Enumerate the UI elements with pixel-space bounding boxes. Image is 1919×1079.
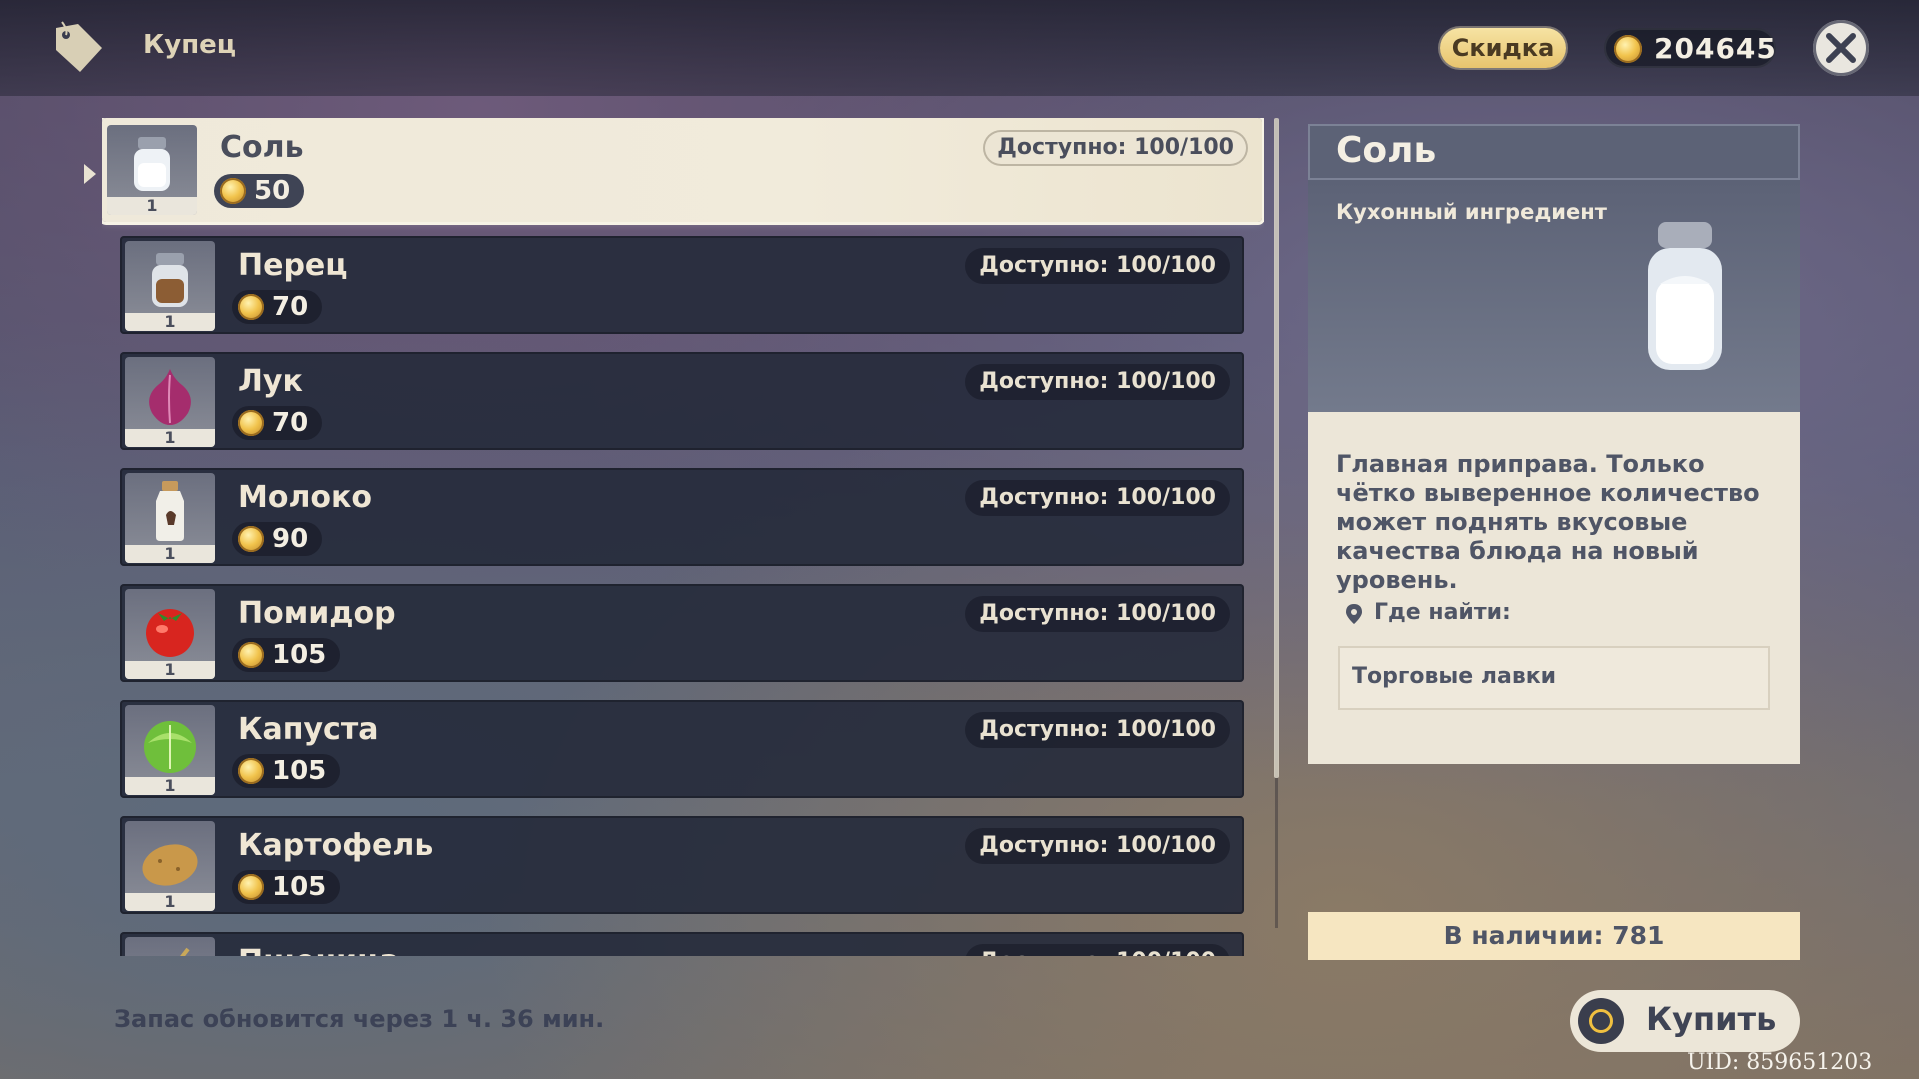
item-name: Лук: [238, 364, 303, 399]
mora-coin-icon: [238, 410, 264, 436]
item-thumb: 1: [125, 589, 215, 679]
cabbage-icon: [144, 721, 196, 773]
item-thumb: 1: [125, 705, 215, 795]
item-name: Капуста: [238, 712, 379, 747]
tomato-icon: [146, 609, 194, 657]
item-row-tomato[interactable]: 1 Помидор 105 Доступно: 100/100: [120, 584, 1244, 682]
wheat-icon: [180, 947, 190, 956]
item-price-value: 70: [272, 292, 309, 322]
detail-description: Главная приправа. Только чётко выверенно…: [1336, 450, 1760, 594]
item-thumb: 1: [125, 241, 215, 331]
item-price: 90: [232, 522, 323, 556]
item-price: 70: [232, 406, 323, 440]
item-list[interactable]: 1 Соль 50 Доступно: 100/100 1 Перец 70 Д…: [102, 118, 1264, 956]
item-quantity: 1: [107, 197, 197, 215]
item-quantity: 1: [125, 313, 215, 331]
item-thumb: 1: [125, 937, 215, 956]
item-thumb: 1: [125, 821, 215, 911]
item-name: Соль: [220, 130, 304, 165]
top-bar: Купец Скидка 204645: [0, 0, 1919, 96]
controller-button-icon: [1578, 998, 1624, 1044]
item-price-value: 90: [272, 524, 309, 554]
item-availability: Доступно: 100/100: [965, 712, 1230, 748]
item-quantity: 1: [125, 777, 215, 795]
mora-coin-icon: [220, 178, 246, 204]
milk-icon: [156, 481, 184, 541]
item-row-potato[interactable]: 1 Картофель 105 Доступно: 100/100: [120, 816, 1244, 914]
item-price: 105: [232, 870, 341, 904]
item-price: 105: [232, 638, 341, 672]
shop-tag-icon: [48, 18, 106, 76]
discount-button[interactable]: Скидка: [1440, 28, 1566, 68]
location-pin-icon: [1346, 604, 1362, 624]
mora-coin-icon: [238, 294, 264, 320]
mora-coin-icon: [238, 874, 264, 900]
item-thumb: 1: [107, 125, 197, 215]
detail-category: Кухонный ингредиент: [1336, 200, 1607, 224]
detail-art: Кухонный ингредиент: [1308, 180, 1800, 412]
item-row-onion[interactable]: 1 Лук 70 Доступно: 100/100: [120, 352, 1244, 450]
uid-label: UID: 859651203: [1687, 1050, 1873, 1075]
item-name: Картофель: [238, 828, 434, 863]
item-availability: Доступно: 100/100: [965, 596, 1230, 632]
source-label: Торговые лавки: [1352, 664, 1557, 689]
mora-balance: 204645: [1604, 28, 1776, 68]
salt-icon: [134, 137, 170, 191]
item-row-wheat[interactable]: 1 Пшеница Доступно: 100/100: [120, 932, 1244, 956]
buy-label: Купить: [1646, 1000, 1777, 1038]
mora-coin-icon: [238, 758, 264, 784]
detail-title: Соль: [1336, 130, 1437, 171]
item-price: 70: [232, 290, 323, 324]
item-availability: Доступно: 100/100: [965, 828, 1230, 864]
item-price: 50: [214, 174, 305, 208]
detail-body: Главная приправа. Только чётко выверенно…: [1308, 412, 1800, 764]
item-price: 105: [232, 754, 341, 788]
mora-coin-icon: [238, 526, 264, 552]
potato-icon: [142, 844, 198, 886]
item-availability: Доступно: 100/100: [983, 130, 1248, 166]
shop-title: Купец: [143, 30, 237, 60]
item-availability: Доступно: 100/100: [965, 364, 1230, 400]
item-name: Пшеница: [238, 944, 400, 956]
detail-header: Соль: [1308, 124, 1800, 180]
item-availability: Доступно: 100/100: [965, 480, 1230, 516]
restock-timer: Запас обновится через 1 ч. 36 мин.: [114, 1005, 605, 1033]
source-box[interactable]: Торговые лавки: [1338, 646, 1770, 710]
item-quantity: 1: [125, 545, 215, 563]
pepper-icon: [152, 253, 188, 307]
item-quantity: 1: [125, 429, 215, 447]
item-price-value: 105: [272, 872, 327, 902]
item-price-value: 105: [272, 756, 327, 786]
selection-pointer-icon: [84, 164, 96, 184]
where-label: Где найти:: [1374, 600, 1511, 625]
item-row-salt[interactable]: 1 Соль 50 Доступно: 100/100: [102, 118, 1262, 222]
stock-count: В наличии: 781: [1308, 912, 1800, 960]
item-quantity: 1: [125, 661, 215, 679]
item-quantity: 1: [125, 893, 215, 911]
item-name: Помидор: [238, 596, 396, 631]
salt-shaker-icon: [1648, 222, 1722, 370]
item-thumb: 1: [125, 357, 215, 447]
item-thumb: 1: [125, 473, 215, 563]
close-icon: [1826, 33, 1856, 63]
buy-button[interactable]: Купить: [1570, 990, 1800, 1052]
list-scroll-thumb[interactable]: [1274, 118, 1279, 778]
item-name: Молоко: [238, 480, 373, 515]
onion-icon: [149, 369, 191, 425]
mora-amount: 204645: [1654, 32, 1777, 65]
item-availability: Доступно: 100/100: [965, 248, 1230, 284]
close-button[interactable]: [1813, 20, 1869, 76]
item-row-milk[interactable]: 1 Молоко 90 Доступно: 100/100: [120, 468, 1244, 566]
item-name: Перец: [238, 248, 348, 283]
item-price-value: 50: [254, 176, 291, 206]
mora-coin-icon: [1614, 35, 1642, 63]
item-row-cabbage[interactable]: 1 Капуста 105 Доступно: 100/100: [120, 700, 1244, 798]
mora-coin-icon: [238, 642, 264, 668]
item-price-value: 105: [272, 640, 327, 670]
item-availability: Доступно: 100/100: [965, 944, 1230, 956]
item-row-pepper[interactable]: 1 Перец 70 Доступно: 100/100: [120, 236, 1244, 334]
item-price-value: 70: [272, 408, 309, 438]
